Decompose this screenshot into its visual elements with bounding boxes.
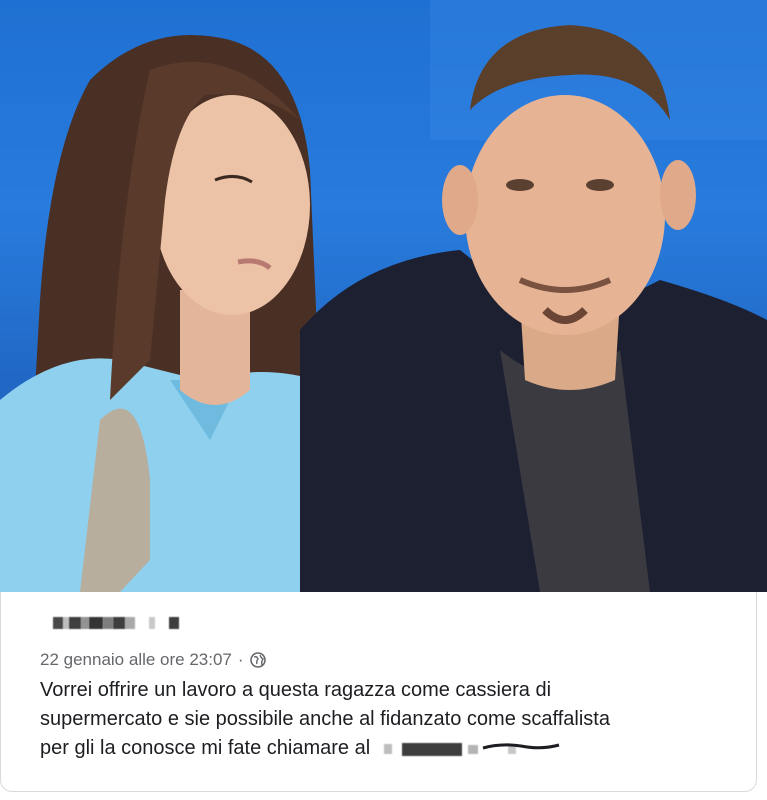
post-text-line: Vorrei offrire un lavoro a questa ragazz… [40, 679, 552, 701]
post-text-line: supermercato e sie possibile anche al fi… [40, 708, 610, 730]
author-name-redacted[interactable] [53, 616, 179, 630]
redaction-scribble [482, 743, 560, 750]
post-text-line: per gli la conosce mi fate chiamare al [40, 734, 750, 763]
meta-separator: · [237, 650, 244, 669]
post-card: 22 gennaio alle ore 23:07 · Vorrei offri… [0, 592, 757, 792]
post-photo[interactable] [0, 0, 767, 592]
globe-icon[interactable] [249, 652, 266, 668]
post-text-fragment: per gli la conosce mi fate chiamare al [40, 737, 371, 759]
post-body: Vorrei offrire un lavoro a questa ragazz… [40, 676, 750, 763]
post-timestamp[interactable]: 22 gennaio alle ore 23:07 [40, 650, 232, 670]
photo-illustration [0, 0, 767, 592]
post-meta: 22 gennaio alle ore 23:07 · [40, 650, 266, 670]
